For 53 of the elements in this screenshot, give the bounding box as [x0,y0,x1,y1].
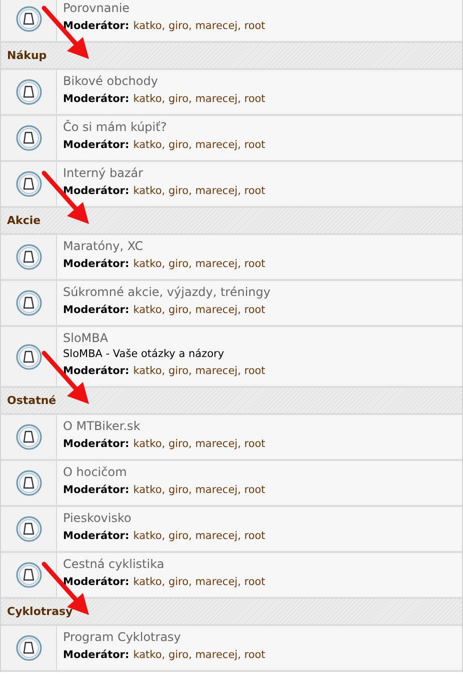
forum-icon [16,79,42,105]
moderator-label: Moderátor: [63,19,130,34]
forum-title[interactable]: Interný bazár [63,165,144,182]
moderator-links[interactable]: katko, giro, marecej, root [133,435,266,454]
moderator-label: Moderátor: [63,138,130,153]
forum-title[interactable]: Čo si mám kúpiť? [63,119,167,136]
moderator-links[interactable]: katko, giro, marecej, root [133,90,266,109]
moderator-links[interactable]: katko, giro, marecej, root [133,301,266,320]
moderator-label: Moderátor: [63,529,130,544]
moderator-links[interactable]: katko, giro, marecej, root [133,17,266,36]
moderator-label: Moderátor: [63,303,130,318]
forum-title[interactable]: SloMBA [63,330,108,347]
category-title[interactable]: Ostatné [7,394,56,407]
forum-title[interactable]: Porovnanie [63,0,130,17]
forum-icon [16,562,42,588]
forum-title[interactable]: Súkromné akcie, výjazdy, tréningy [63,284,270,301]
moderator-links[interactable]: katko, giro, marecej, root [133,481,266,500]
forum-icon [16,290,42,316]
moderator-links[interactable]: katko, giro, marecej, root [133,527,266,546]
moderator-links[interactable]: katko, giro, marecej, root [133,136,266,155]
moderator-label: Moderátor: [63,575,130,590]
forum-title[interactable]: Pieskovisko [63,510,132,527]
forum-title[interactable]: O MTBiker.sk [63,418,140,435]
moderator-label: Moderátor: [63,184,130,199]
forum-title[interactable]: Program Cyklotrasy [63,629,181,646]
forum-description: SloMBA - Vaše otázky a názory [63,347,224,362]
moderator-label: Moderátor: [63,92,130,107]
category-title[interactable]: Cyklotrasy [7,605,73,618]
forum-title[interactable]: Maratóny, XC [63,238,144,255]
forum-icon [16,516,42,542]
forum-icon [16,244,42,270]
forum-icon [16,125,42,151]
forum-icon [16,635,42,661]
forum-title[interactable]: Bikové obchody [63,73,158,90]
forum-icon [16,344,42,370]
moderator-label: Moderátor: [63,483,130,498]
moderator-label: Moderátor: [63,437,130,452]
moderator-links[interactable]: katko, giro, marecej, root [133,362,266,381]
moderator-links[interactable]: katko, giro, marecej, root [133,255,266,274]
forum-icon [16,171,42,197]
category-title[interactable]: Akcie [7,214,41,227]
forum-icon [16,424,42,450]
moderator-links[interactable]: katko, giro, marecej, root [133,182,266,201]
moderator-links[interactable]: katko, giro, marecej, root [133,646,266,665]
forum-title[interactable]: O hocičom [63,464,127,481]
category-title[interactable]: Nákup [7,49,47,62]
moderator-label: Moderátor: [63,364,130,379]
forum-title[interactable]: Cestná cyklistika [63,556,164,573]
forum-icon [16,470,42,496]
forum-icon [16,6,42,32]
moderator-label: Moderátor: [63,648,130,663]
moderator-label: Moderátor: [63,257,130,272]
moderator-links[interactable]: katko, giro, marecej, root [133,573,266,592]
